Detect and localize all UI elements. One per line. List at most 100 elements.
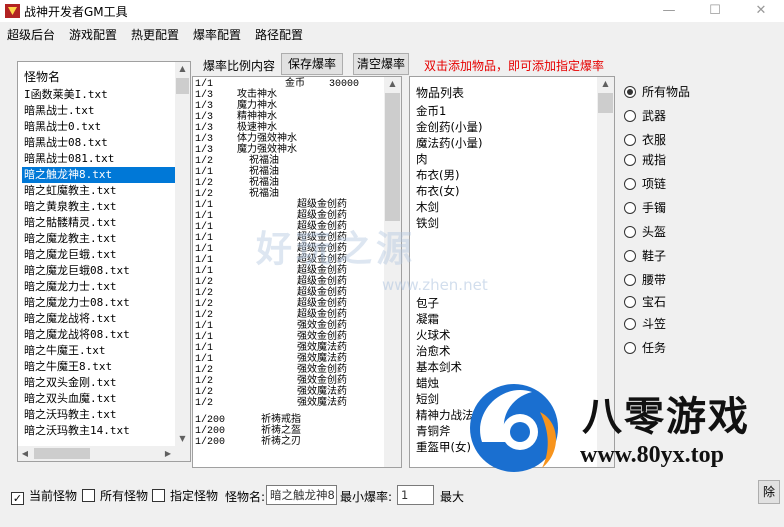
scroll-down-arrow-icon[interactable]: ▼ [175, 432, 190, 446]
watermark-url: www.zhen.net [382, 276, 488, 294]
item-list-item[interactable]: 凝霜 [416, 311, 439, 327]
item-list-item[interactable]: 布衣(男) [416, 167, 459, 183]
monster-list-item[interactable]: 暗之双头金刚.txt [24, 375, 117, 391]
monster-list-item[interactable]: 暗之魔龙教主.txt [24, 231, 117, 247]
scroll-up-arrow-icon[interactable]: ▲ [597, 77, 614, 91]
rate-line: 1/2 超级金创药 [195, 299, 348, 310]
brand-logo-icon [470, 384, 558, 472]
minimize-button[interactable]: — [646, 0, 692, 22]
scroll-thumb[interactable] [176, 78, 189, 94]
app-icon [5, 4, 20, 18]
radio-ring[interactable]: 戒指 [624, 152, 666, 168]
monster-list-item[interactable]: 暗之魔龙巨蛾.txt [24, 247, 117, 263]
item-list-item[interactable]: 布衣(女) [416, 183, 459, 199]
monster-list-item[interactable]: 暗之双头血魔.txt [24, 391, 117, 407]
menu-path-config[interactable]: 路径配置 [255, 26, 303, 43]
radio-weapon[interactable]: 武器 [624, 108, 666, 124]
brand-url: www.80yx.top [580, 442, 725, 468]
radio-label: 衣服 [642, 133, 667, 147]
scroll-right-arrow-icon[interactable]: ▶ [161, 446, 175, 461]
min-rate-input[interactable]: 1 [397, 485, 434, 505]
radio-circle [624, 274, 636, 286]
radio-label: 头盔 [642, 225, 667, 239]
clear-rate-button[interactable]: 清空爆率 [353, 53, 409, 75]
min-rate-label: 最小爆率: [340, 490, 393, 504]
rate-scrollbar[interactable]: ▲ [384, 77, 401, 467]
menu-drop-rate-config[interactable]: 爆率配置 [193, 26, 241, 43]
monster-list-item[interactable]: 暗之黄泉教主.txt [24, 199, 117, 215]
radio-label: 所有物品 [642, 85, 691, 99]
checkbox-current-monster[interactable]: ✓ 当前怪物 [11, 488, 77, 505]
radio-clothes[interactable]: 衣服 [624, 132, 666, 148]
monster-list-item[interactable]: 暗之魔龙巨蛾08.txt [24, 263, 130, 279]
hscroll-thumb[interactable] [34, 448, 90, 459]
item-list-item[interactable]: 金创药(小量) [416, 119, 482, 135]
monster-list-item[interactable]: 暗之牛魔王8.txt [24, 359, 112, 375]
menu-super-admin[interactable]: 超级后台 [7, 26, 55, 43]
menu-hot-update-config[interactable]: 热更配置 [131, 26, 179, 43]
item-list-item[interactable]: 蜡烛 [416, 375, 439, 391]
maximize-button[interactable]: ☐ [692, 0, 738, 22]
monster-list-item[interactable]: 暗之沃玛教主14.txt [24, 423, 130, 439]
monster-list-item[interactable]: 暗之魔龙力士08.txt [24, 295, 130, 311]
radio-bracelet[interactable]: 手镯 [624, 200, 666, 216]
item-list-header: 物品列表 [416, 86, 465, 100]
rate-line: 1/3 极速神水 [195, 123, 278, 134]
radio-circle [624, 86, 636, 98]
max-rate-label: 最大 [440, 490, 465, 504]
item-list-item[interactable]: 火球术 [416, 327, 451, 343]
item-list-item[interactable]: 包子 [416, 295, 439, 311]
monster-list-item[interactable]: 暗之魔龙战将08.txt [24, 327, 130, 343]
scroll-thumb[interactable] [385, 93, 400, 221]
radio-all-items[interactable]: 所有物品 [624, 84, 690, 100]
item-list-item[interactable]: 铁剑 [416, 215, 439, 231]
radio-gem[interactable]: 宝石 [624, 294, 666, 310]
item-list-item[interactable]: 木剑 [416, 199, 439, 215]
delete-button[interactable]: 除 [758, 480, 780, 504]
item-list-item[interactable]: 短剑 [416, 391, 439, 407]
monster-list-item[interactable]: 暗之骷髅精灵.txt [24, 215, 117, 231]
monster-list-item[interactable]: I函数莱美I.txt [24, 87, 108, 103]
checkbox-all-monsters[interactable]: 所有怪物 [82, 488, 148, 504]
item-list-item[interactable]: 魔法药(小量) [416, 135, 482, 151]
radio-label: 任务 [642, 341, 667, 355]
scroll-up-arrow-icon[interactable]: ▲ [384, 77, 401, 91]
item-list-item[interactable]: 金币1 [416, 103, 446, 119]
monster-list-item-selected[interactable]: 暗之触龙神8.txt [22, 167, 189, 183]
monster-list-item[interactable]: 暗之牛魔王.txt [24, 343, 106, 359]
radio-shoes[interactable]: 鞋子 [624, 248, 666, 264]
radio-label: 腰带 [642, 273, 667, 287]
item-list-item[interactable]: 治愈术 [416, 343, 451, 359]
monster-list-scrollbar[interactable]: ▲ ▼ [175, 62, 190, 446]
menu-game-config[interactable]: 游戏配置 [69, 26, 117, 43]
checkbox-specified-monster[interactable]: 指定怪物 [152, 488, 218, 504]
radio-hat[interactable]: 斗笠 [624, 316, 666, 332]
monster-list-item[interactable]: 暗之虹魔教主.txt [24, 183, 117, 199]
monster-list-item[interactable]: 暗黑战士0.txt [24, 119, 101, 135]
close-button[interactable]: ✕ [738, 0, 784, 22]
scroll-left-arrow-icon[interactable]: ◀ [18, 446, 32, 461]
monster-list-item[interactable]: 暗之魔龙战将.txt [24, 311, 117, 327]
monster-list-item[interactable]: 暗黑战士.txt [24, 103, 95, 119]
item-list-item[interactable]: 肉 [416, 151, 428, 167]
monster-name-input[interactable]: 暗之触龙神8. [266, 485, 337, 505]
radio-helmet[interactable]: 头盔 [624, 224, 666, 240]
scroll-up-arrow-icon[interactable]: ▲ [175, 62, 190, 76]
radio-necklace[interactable]: 项链 [624, 176, 666, 192]
scroll-thumb[interactable] [598, 93, 613, 113]
rate-textarea[interactable]: 1/1 金币 30000 1/3 攻击神水 1/3 魔力神水 1/3 精神神水 … [192, 76, 402, 468]
save-rate-button[interactable]: 保存爆率 [281, 53, 343, 75]
item-list-item[interactable]: 基本剑术 [416, 359, 462, 375]
monster-list-hscrollbar[interactable]: ◀ ▶ [18, 446, 190, 461]
radio-quest[interactable]: 任务 [624, 340, 666, 356]
monster-list[interactable]: 怪物名 I函数莱美I.txt 暗黑战士.txt 暗黑战士0.txt 暗黑战士08… [17, 61, 191, 462]
radio-label: 宝石 [642, 295, 667, 309]
radio-belt[interactable]: 腰带 [624, 272, 666, 288]
item-list-item[interactable]: 青铜斧 [416, 423, 451, 439]
monster-list-item[interactable]: 暗黑战士08.txt [24, 135, 108, 151]
monster-list-item[interactable]: 暗之魔龙力士.txt [24, 279, 117, 295]
monster-list-item[interactable]: 暗之沃玛教主.txt [24, 407, 117, 423]
monster-list-item[interactable]: 暗黑战士081.txt [24, 151, 114, 167]
rate-line: 1/2 祝福油 [195, 178, 280, 189]
radio-circle [624, 154, 636, 166]
